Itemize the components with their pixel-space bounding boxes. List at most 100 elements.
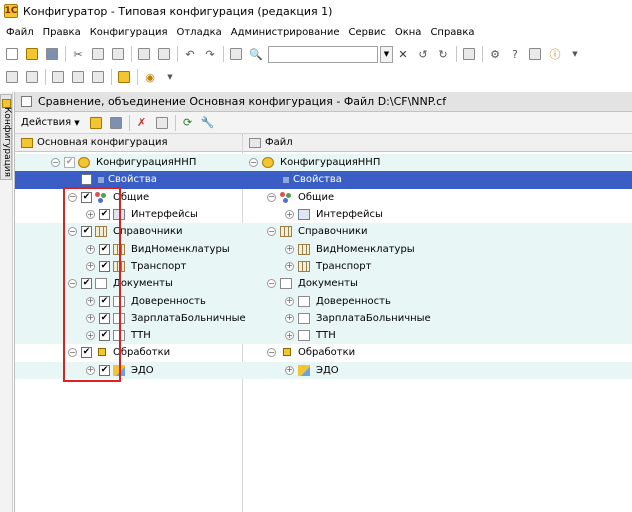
find-in-icon[interactable] <box>228 46 244 62</box>
actions-dropdown-icon: ▼ <box>74 118 80 127</box>
catalogs-icon <box>280 226 292 238</box>
interfaces-icon <box>298 209 310 221</box>
save-icon[interactable] <box>108 115 124 131</box>
config-tree-icon[interactable] <box>4 69 20 85</box>
compare-window-title: Сравнение, объединение Основная конфигур… <box>38 95 447 108</box>
menu-configuration[interactable]: Конфигурация <box>90 27 168 38</box>
expand-icon[interactable]: + <box>285 313 294 323</box>
toolbar-separator <box>456 46 457 62</box>
report-icon[interactable] <box>154 115 170 131</box>
tree-item-label: Обработки <box>113 347 171 359</box>
merge-checkbox[interactable] <box>81 174 92 186</box>
collapse-icon[interactable]: − <box>267 227 276 237</box>
debug-icon[interactable]: ◉ <box>142 69 158 85</box>
right-tree-cell: Свойства <box>267 171 342 188</box>
toolbar-separator <box>111 69 112 85</box>
right-tree-cell: − КонфигурацияННП <box>249 154 380 171</box>
tree-item-label: Общие <box>298 191 335 203</box>
title-bar: 1С Конфигуратор - Типовая конфигурация (… <box>0 0 632 22</box>
collapse-icon[interactable]: − <box>51 158 60 168</box>
toolbar-separator <box>174 114 176 131</box>
tree-item-label: Документы <box>113 278 173 290</box>
collapse-icon[interactable]: − <box>267 192 276 202</box>
print-icon[interactable] <box>136 46 152 62</box>
find-prev-icon[interactable]: ↻ <box>435 46 451 62</box>
expand-icon[interactable]: + <box>285 331 294 341</box>
find-icon[interactable]: 🔍 <box>248 46 264 62</box>
tree-item-label: Справочники <box>113 226 183 238</box>
compare-window-title-bar: Сравнение, объединение Основная конфигур… <box>15 92 632 112</box>
left-tree-cell: Свойства <box>68 171 157 188</box>
right-tree-cell: + Транспорт <box>285 258 371 275</box>
expand-icon[interactable]: + <box>285 261 294 271</box>
tree-item-label: ЭДО <box>131 364 154 376</box>
cut-icon[interactable]: ✂ <box>70 46 86 62</box>
hint-icon[interactable]: ? <box>507 46 523 62</box>
menu-edit[interactable]: Правка <box>43 27 81 38</box>
config-window-icon[interactable] <box>24 69 40 85</box>
tree-row[interactable]: Свойства Свойства <box>15 171 632 189</box>
tree-item-label: Справочники <box>298 226 368 238</box>
list-icon[interactable] <box>90 69 106 85</box>
processing-icon <box>280 347 292 359</box>
menu-debug[interactable]: Отладка <box>176 27 221 38</box>
search-dropdown-button[interactable]: ▼ <box>380 45 393 63</box>
menu-windows[interactable]: Окна <box>395 27 422 38</box>
merge-checkbox[interactable]: ✔ <box>64 157 75 169</box>
grid-icon[interactable] <box>70 69 86 85</box>
menu-service[interactable]: Сервис <box>348 27 385 38</box>
book-icon[interactable] <box>527 46 543 62</box>
column-header-main-config[interactable]: Основная конфигурация <box>15 134 243 151</box>
collapse-icon[interactable]: − <box>267 279 276 289</box>
side-tab-configuration[interactable]: Конфигурация <box>0 94 12 180</box>
window-icon[interactable] <box>461 46 477 62</box>
run-icon[interactable] <box>116 69 132 85</box>
properties-icon <box>283 176 289 183</box>
syntax-helper-icon[interactable]: ⚙ <box>487 46 503 62</box>
main-toolbar: ✂ ↶ ↷ 🔍 ▼ ✕ ↺ ↻ ⚙ ? ⓘ ▼ <box>0 43 632 65</box>
expand-icon[interactable]: + <box>285 365 294 375</box>
debug-dropdown-icon[interactable]: ▼ <box>162 69 178 85</box>
tree-item-label: ЭДО <box>316 364 339 376</box>
new-icon[interactable] <box>4 46 20 62</box>
menu-help[interactable]: Справка <box>430 27 474 38</box>
save-icon[interactable] <box>44 46 60 62</box>
search-input[interactable] <box>268 45 378 63</box>
expand-icon[interactable]: + <box>285 210 294 220</box>
menu-administration[interactable]: Администрирование <box>231 27 340 38</box>
database-icon[interactable] <box>50 69 66 85</box>
preview-icon[interactable] <box>156 46 172 62</box>
clear-search-icon[interactable]: ✕ <box>395 46 411 62</box>
copy-icon[interactable] <box>90 46 106 62</box>
column-header-file[interactable]: Файл <box>243 134 632 151</box>
undo-icon[interactable]: ↶ <box>182 46 198 62</box>
refresh-icon[interactable]: ⟳ <box>180 115 196 131</box>
tree-row[interactable]: − ✔ КонфигурацияННП − КонфигурацияННП <box>15 154 632 172</box>
right-tree-cell: + Доверенность <box>285 292 391 309</box>
expand-icon[interactable]: + <box>285 244 294 254</box>
toolbar-more-icon[interactable]: ▼ <box>567 46 583 62</box>
info-icon[interactable]: ⓘ <box>547 46 563 62</box>
settings-icon[interactable]: 🔧 <box>200 115 216 131</box>
filter-icon[interactable]: ✗ <box>134 115 150 131</box>
column-header-main-config-label: Основная конфигурация <box>37 137 168 148</box>
toolbar-separator <box>131 46 132 62</box>
open-folder-icon[interactable] <box>88 115 104 131</box>
toolbar-separator <box>223 46 224 62</box>
right-tree-cell: + Интерфейсы <box>285 206 383 223</box>
configuration-icon <box>78 157 90 169</box>
open-icon[interactable] <box>24 46 40 62</box>
find-next-icon[interactable]: ↺ <box>415 46 431 62</box>
expand-icon[interactable]: + <box>285 296 294 306</box>
column-header-file-label: Файл <box>265 137 293 148</box>
toolbar-separator <box>128 114 130 131</box>
paste-icon[interactable] <box>110 46 126 62</box>
menu-file[interactable]: Файл <box>6 27 34 38</box>
secondary-toolbar: ◉ ▼ <box>0 66 632 88</box>
actions-menu-button[interactable]: Действия ▼ <box>21 117 80 128</box>
tree-item-label: Интерфейсы <box>131 209 198 221</box>
collapse-icon[interactable]: − <box>267 348 276 358</box>
document-icon <box>298 312 310 324</box>
collapse-icon[interactable]: − <box>249 158 258 168</box>
redo-icon[interactable]: ↷ <box>202 46 218 62</box>
